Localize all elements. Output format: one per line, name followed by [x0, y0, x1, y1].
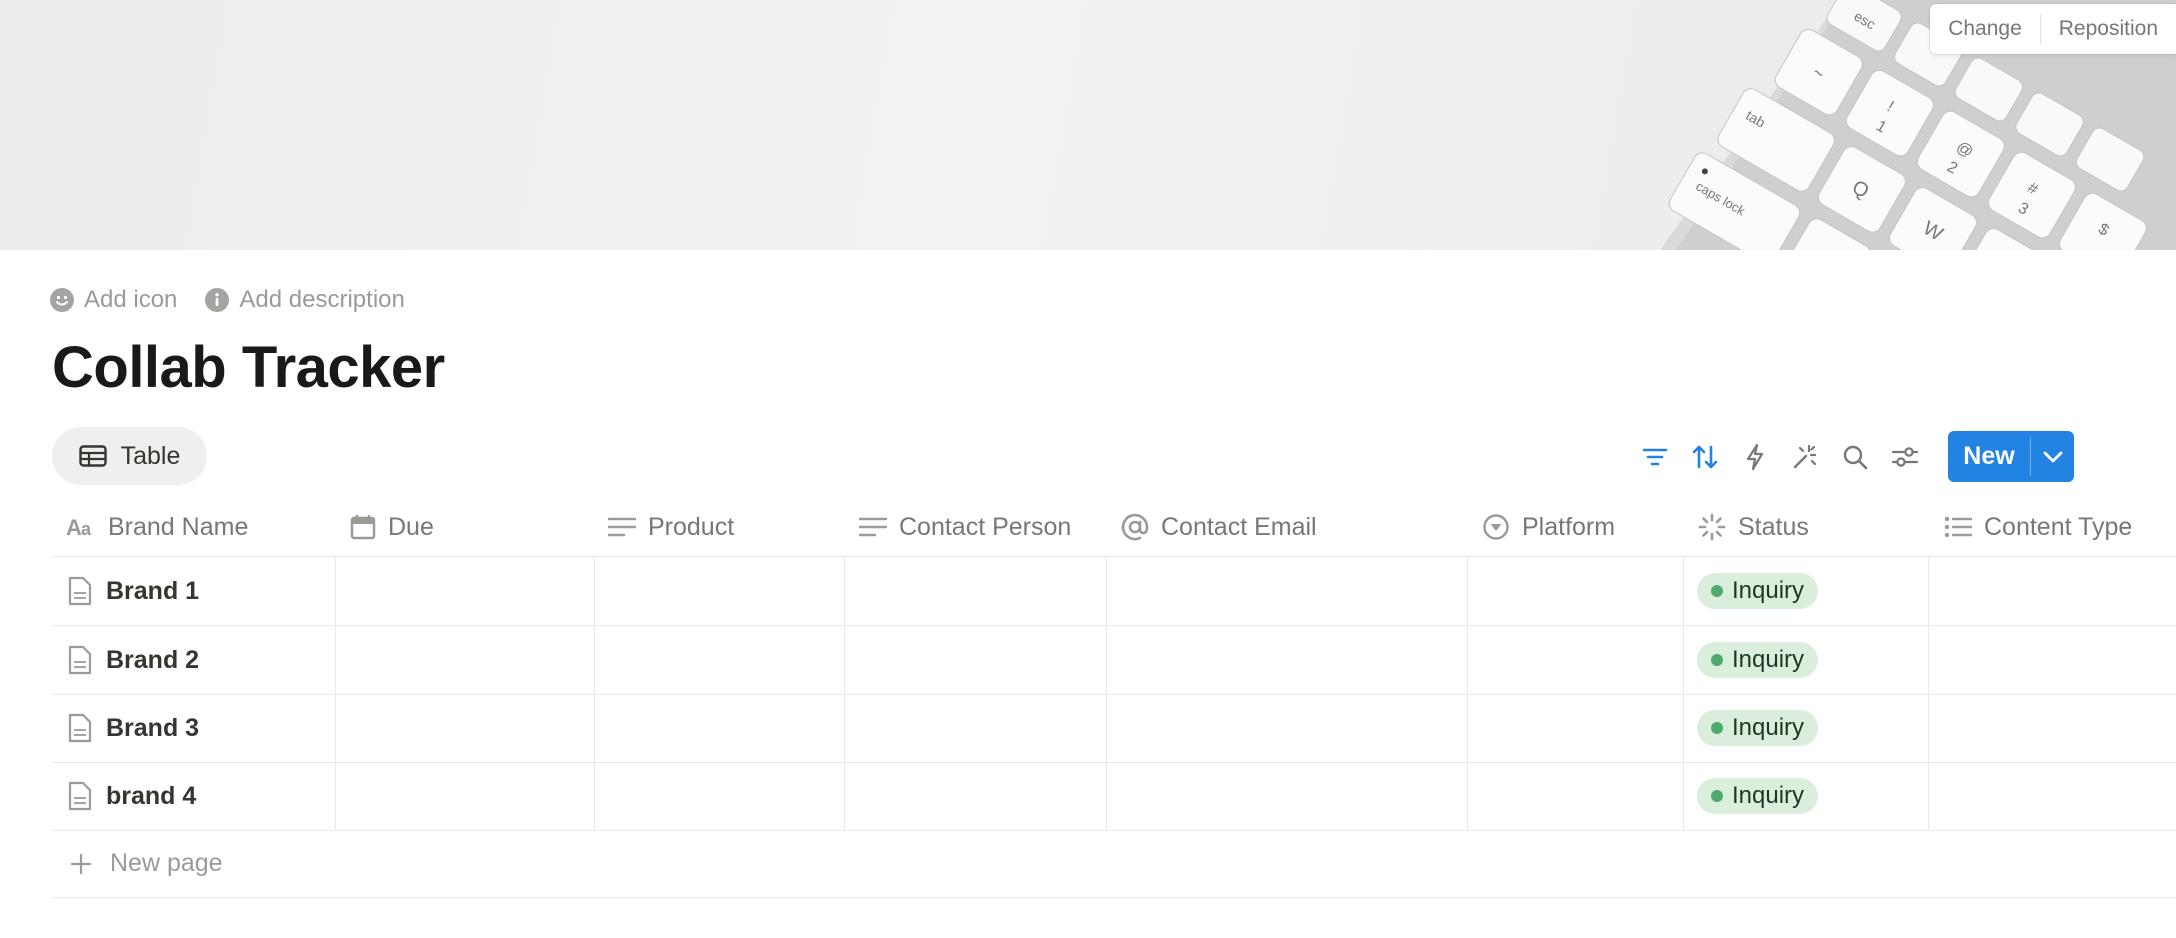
svg-text:a: a [81, 519, 92, 538]
column-header-contact-email[interactable]: Contact Email [1121, 498, 1317, 556]
status-badge[interactable]: Inquiry [1697, 573, 1819, 609]
text-lines-icon [608, 517, 636, 537]
svg-text:A: A [66, 516, 82, 538]
page-icon [68, 576, 92, 606]
add-description-label: Add description [239, 286, 405, 313]
table-row[interactable]: Brand 1 Inquiry [52, 557, 2176, 626]
new-options-button[interactable] [2031, 431, 2074, 482]
calendar-icon [350, 515, 376, 540]
status-badge[interactable]: Inquiry [1697, 778, 1819, 814]
new-page-label: New page [110, 849, 223, 877]
new-button[interactable]: New [1948, 431, 2030, 482]
brand-name-text: Brand 1 [106, 576, 200, 605]
status-badge[interactable]: Inquiry [1697, 642, 1819, 678]
column-label: Platform [1522, 512, 1616, 541]
table-icon [78, 445, 107, 467]
page-icon [68, 781, 92, 811]
cover-actions: Change Reposition [1930, 4, 2176, 54]
status-dot [1711, 654, 1723, 666]
view-toolbar [1640, 432, 1920, 482]
new-button-group: New [1948, 431, 2074, 482]
column-label: Product [648, 512, 735, 541]
brand-name-cell[interactable]: Brand 1 [68, 557, 199, 625]
status-icon [1698, 513, 1726, 541]
brand-name-text: Brand 3 [106, 713, 200, 742]
status-badge[interactable]: Inquiry [1697, 710, 1819, 746]
column-label: Status [1738, 512, 1809, 541]
brand-name-cell[interactable]: Brand 3 [68, 694, 199, 762]
column-header-content-type[interactable]: Content Type [1944, 498, 2132, 556]
table-row[interactable]: Brand 2 Inquiry [52, 626, 2176, 695]
column-label: Content Type [1984, 512, 2133, 541]
table-row[interactable]: Brand 3 Inquiry [52, 694, 2176, 763]
plus-icon [70, 853, 92, 874]
status-label: Inquiry [1732, 577, 1805, 604]
brand-name-text: Brand 2 [106, 645, 200, 674]
status-dot [1711, 585, 1723, 597]
status-dot [1711, 790, 1723, 802]
add-icon-label: Add icon [84, 286, 178, 313]
column-header-status[interactable]: Status [1698, 498, 1809, 556]
settings-sliders-icon[interactable] [1890, 442, 1920, 472]
table-header: A a Brand Name Due Product Contact Perso… [52, 498, 2176, 557]
status-label: Inquiry [1732, 714, 1805, 741]
page-icon [68, 645, 92, 675]
add-icon-button[interactable]: Add icon [50, 286, 177, 314]
column-label: Contact Person [899, 512, 1072, 541]
table-view-label: Table [120, 441, 181, 470]
reposition-cover-button[interactable]: Reposition [2041, 4, 2176, 54]
search-icon[interactable] [1840, 442, 1870, 472]
column-label: Brand Name [108, 512, 249, 541]
column-label: Contact Email [1161, 512, 1317, 541]
text-lines-icon [859, 517, 887, 537]
column-header-platform[interactable]: Platform [1482, 498, 1615, 556]
sort-icon[interactable] [1690, 442, 1720, 472]
column-header-due[interactable]: Due [350, 498, 434, 556]
table-row[interactable]: brand 4 Inquiry [52, 762, 2176, 831]
info-icon [205, 288, 230, 312]
at-sign-icon [1121, 513, 1149, 541]
table-view-tab[interactable]: Table [52, 427, 207, 485]
status-dot [1711, 722, 1723, 734]
column-header-product[interactable]: Product [608, 498, 734, 556]
page-meta-controls: Add icon Add description [50, 286, 405, 314]
column-header-contact-person[interactable]: Contact Person [859, 498, 1071, 556]
page-cover: esc ~ ! 1 @ 2 # 3 $ tab Q W caps lock Ch… [0, 0, 2176, 250]
list-icon [1944, 516, 1972, 538]
select-icon [1483, 514, 1509, 540]
brand-name-cell[interactable]: Brand 2 [68, 626, 199, 694]
keyboard-cover-image: esc ~ ! 1 @ 2 # 3 $ tab Q W caps lock [1660, 0, 2176, 250]
ai-sparkle-icon[interactable] [1790, 442, 1820, 472]
brand-name-text: brand 4 [106, 781, 197, 810]
add-description-button[interactable]: Add description [205, 286, 405, 314]
change-cover-button[interactable]: Change [1930, 4, 2040, 54]
chevron-down-icon [2043, 451, 2062, 462]
status-label: Inquiry [1732, 646, 1805, 673]
brand-name-cell[interactable]: brand 4 [68, 762, 196, 830]
column-label: Due [388, 512, 434, 541]
new-page-button[interactable]: New page [52, 830, 2176, 898]
filter-icon[interactable] [1640, 442, 1670, 472]
title-text-icon: A a [66, 516, 92, 538]
automation-icon[interactable] [1740, 442, 1770, 472]
column-header-brand-name[interactable]: A a Brand Name [66, 498, 248, 556]
page-title[interactable]: Collab Tracker [52, 334, 445, 401]
status-label: Inquiry [1732, 782, 1805, 809]
smiley-icon [50, 288, 74, 312]
page-icon [68, 713, 92, 743]
